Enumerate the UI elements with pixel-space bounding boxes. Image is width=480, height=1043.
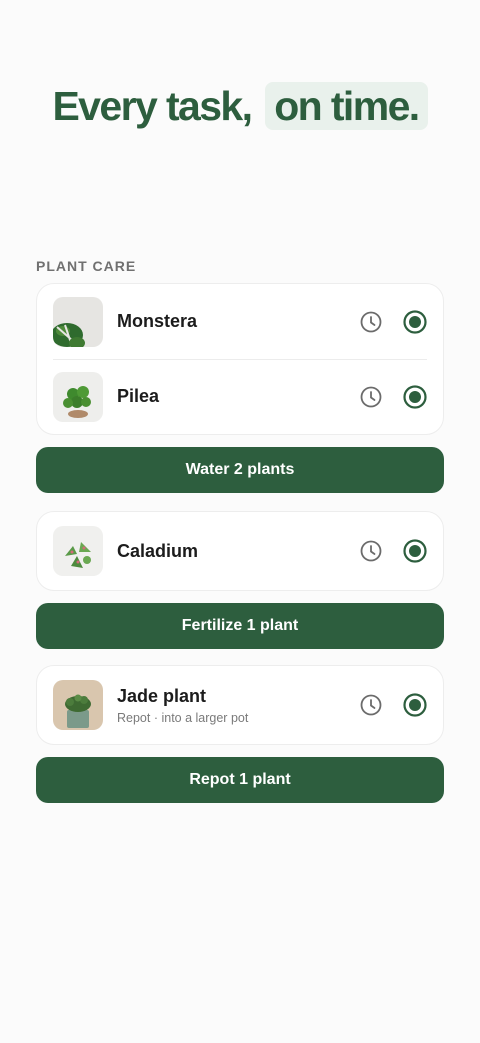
- plant-name: Jade plant: [117, 685, 207, 706]
- radio-check-icon[interactable]: [403, 539, 427, 563]
- caladium-thumbnail: [53, 526, 103, 576]
- plant-row-jade-plant[interactable]: Jade plant Repot · into a larger pot: [37, 666, 443, 744]
- plant-name: Pilea: [117, 386, 160, 406]
- radio-check-icon[interactable]: [403, 309, 427, 334]
- water-plants-button[interactable]: Water 2 plants: [36, 447, 444, 493]
- repot-plant-button[interactable]: Repot 1 plant: [36, 757, 444, 803]
- plant-name: Caladium: [117, 540, 199, 561]
- task-group-repot: Jade plant Repot · into a larger pot Rep…: [36, 665, 444, 803]
- clock-icon[interactable]: [359, 539, 383, 563]
- clock-icon[interactable]: [359, 693, 383, 717]
- radio-check-icon[interactable]: [403, 693, 427, 717]
- task-subtitle: Repot · into a larger pot: [117, 710, 249, 725]
- pilea-thumbnail: [53, 371, 103, 422]
- plant-row-caladium[interactable]: Caladium: [37, 512, 443, 590]
- section-label: PLANT CARE: [36, 258, 137, 274]
- plant-name: Monstera: [117, 311, 198, 331]
- task-group-fertilize: Caladium Fertilize 1 plant: [36, 511, 444, 649]
- radio-check-icon[interactable]: [403, 384, 427, 409]
- headline: Every task, on time.: [0, 82, 480, 130]
- plant-card: Caladium: [36, 511, 444, 591]
- monstera-thumbnail: [53, 296, 103, 347]
- plant-card: Monstera Pilea: [36, 283, 444, 435]
- plant-card: Jade plant Repot · into a larger pot: [36, 665, 444, 745]
- headline-text: Every task,: [52, 83, 253, 129]
- plant-row-monstera[interactable]: Monstera: [37, 284, 443, 359]
- fertilize-plant-button[interactable]: Fertilize 1 plant: [36, 603, 444, 649]
- jade-plant-thumbnail: [53, 680, 103, 730]
- task-group-water: Monstera Pilea Water 2 plants: [36, 283, 444, 493]
- headline-highlight: on time.: [265, 82, 428, 130]
- clock-icon[interactable]: [359, 385, 383, 409]
- clock-icon[interactable]: [359, 310, 383, 334]
- plant-row-pilea[interactable]: Pilea: [37, 359, 443, 434]
